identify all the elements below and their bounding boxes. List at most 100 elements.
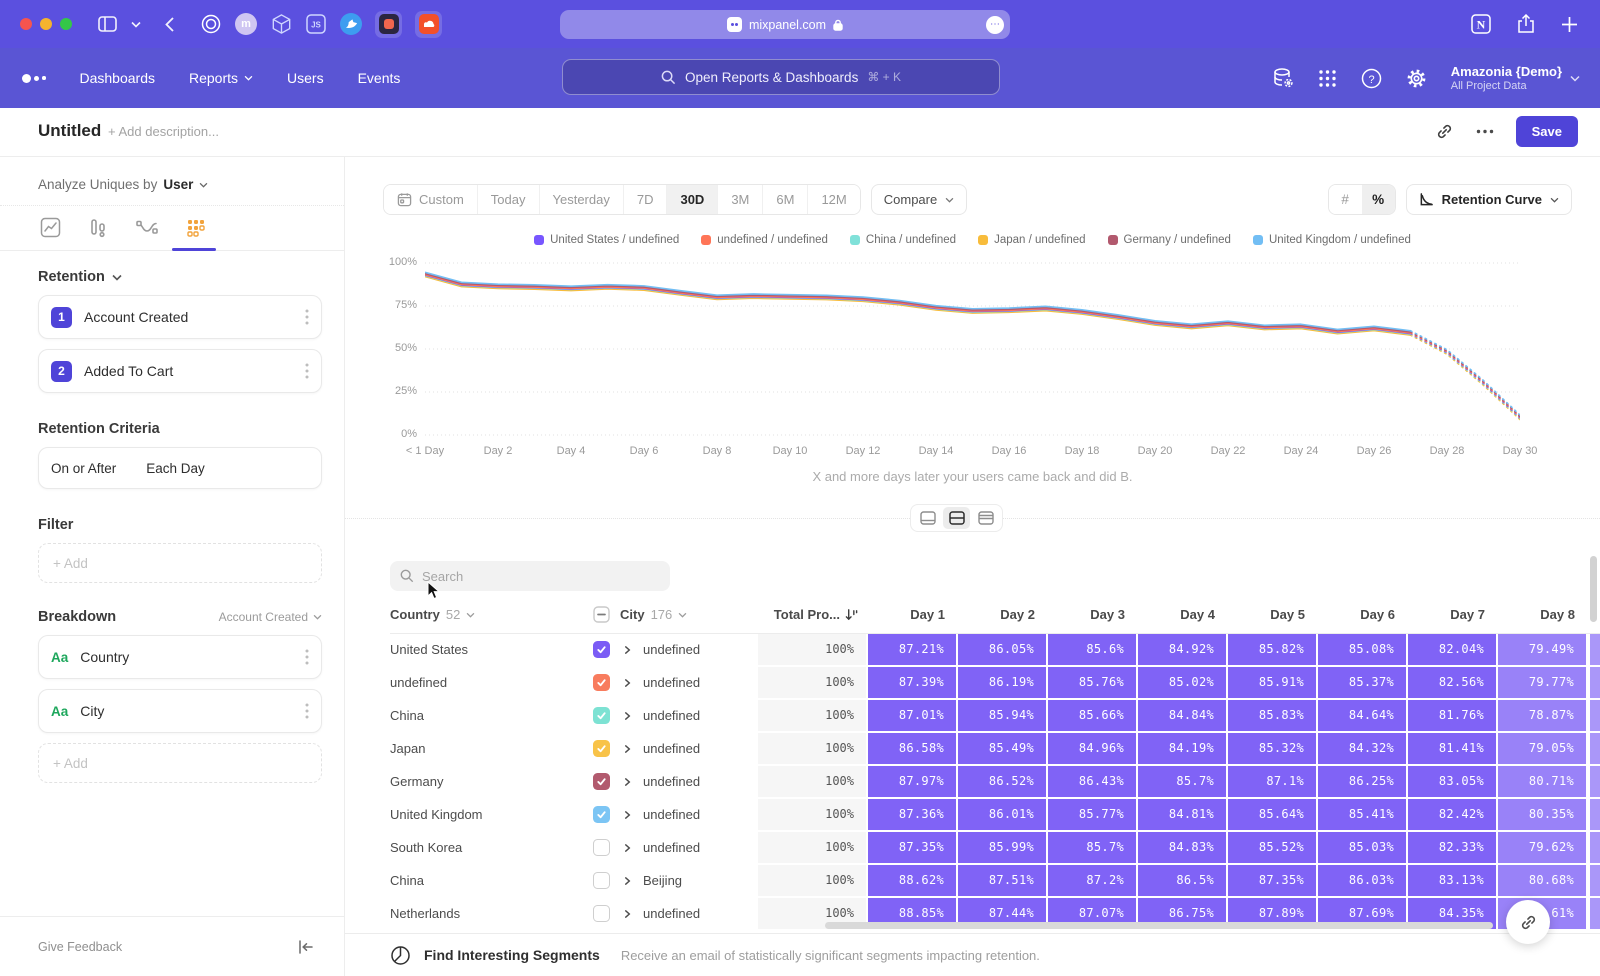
legend-item[interactable]: United Kingdom / undefined (1253, 234, 1411, 246)
retention-cell[interactable]: 85.91% (1228, 667, 1316, 698)
retention-cell[interactable]: 82.42% (1408, 799, 1496, 830)
column-header-day[interactable]: Day 8 (1498, 607, 1588, 622)
retention-cell[interactable]: 82.33% (1408, 832, 1496, 863)
column-header-day[interactable]: Day 7 (1408, 607, 1498, 622)
m-extension-icon[interactable]: m (235, 13, 257, 35)
chevron-down-icon[interactable] (131, 21, 141, 28)
absolute-numbers-toggle[interactable]: # (1329, 185, 1362, 214)
mixpanel-logo[interactable] (22, 74, 46, 83)
nav-users[interactable]: Users (287, 70, 324, 86)
row-checkbox[interactable] (593, 806, 610, 823)
retention-cell[interactable]: 81.41% (1408, 733, 1496, 764)
more-options-icon[interactable] (1476, 129, 1494, 134)
retention-cell[interactable]: 81.76% (1408, 700, 1496, 731)
retention-cell[interactable]: 85.02% (1138, 667, 1226, 698)
legend-item[interactable]: Germany / undefined (1108, 234, 1231, 246)
retention-step-1[interactable]: 1 Account Created (38, 295, 322, 339)
share-link-fab[interactable] (1506, 900, 1550, 944)
select-all-checkbox[interactable] (593, 606, 610, 623)
apps-grid-icon[interactable] (1318, 69, 1337, 88)
js-extension-icon[interactable]: JS (305, 13, 327, 35)
step-event-label[interactable]: Account Created (84, 309, 293, 325)
copy-link-icon[interactable] (1435, 122, 1454, 141)
column-header-day[interactable]: Day 3 (1048, 607, 1138, 622)
range-30d[interactable]: 30D (666, 185, 717, 214)
retention-criteria-card[interactable]: On or After Each Day (38, 447, 322, 489)
breakdown-label[interactable]: City (80, 703, 293, 719)
retention-cell[interactable]: 86.19% (958, 667, 1046, 698)
expand-chevron-icon[interactable] (623, 711, 632, 721)
retention-cell[interactable]: 85.08% (1318, 634, 1406, 665)
retention-cell[interactable]: 83.13% (1408, 865, 1496, 896)
retention-cell[interactable]: 79.77% (1498, 667, 1586, 698)
row-checkbox[interactable] (593, 674, 610, 691)
notion-icon[interactable]: N (1471, 14, 1491, 34)
row-checkbox[interactable] (593, 905, 610, 922)
row-checkbox[interactable] (593, 839, 610, 856)
retention-cell[interactable]: 85.83% (1228, 700, 1316, 731)
retention-cell[interactable]: 78.87% (1498, 700, 1586, 731)
range-3m[interactable]: 3M (717, 185, 762, 214)
retention-cell[interactable]: 86.03% (1318, 865, 1406, 896)
retention-cell[interactable]: 87.51% (958, 865, 1046, 896)
nav-dashboards[interactable]: Dashboards (80, 70, 156, 86)
split-view-button[interactable] (943, 507, 970, 529)
retention-cell[interactable]: 87.35% (1228, 865, 1316, 896)
nav-events[interactable]: Events (358, 70, 401, 86)
range-today[interactable]: Today (477, 185, 539, 214)
product-extension-icon[interactable] (375, 11, 402, 38)
soundcloud-extension-icon[interactable] (415, 11, 442, 38)
retention-cell[interactable]: 87.35% (868, 832, 956, 863)
expand-chevron-icon[interactable] (623, 909, 632, 919)
browser-sidebar-icon[interactable] (98, 16, 117, 32)
expand-chevron-icon[interactable] (623, 744, 632, 754)
column-header-country[interactable]: Country 52 (390, 607, 475, 622)
report-title[interactable]: Untitled (38, 121, 101, 141)
chart-type-selector[interactable]: Retention Curve (1406, 184, 1572, 215)
expand-chevron-icon[interactable] (623, 645, 632, 655)
retention-cell[interactable]: 80.68% (1498, 865, 1586, 896)
retention-cell[interactable]: 84.92% (1138, 634, 1226, 665)
retention-cell[interactable]: 87.36% (868, 799, 956, 830)
legend-item[interactable]: undefined / undefined (701, 234, 828, 246)
zoom-window-button[interactable] (60, 18, 72, 30)
chart-only-view-button[interactable] (914, 507, 941, 529)
kebab-menu-icon[interactable] (305, 309, 309, 325)
new-tab-icon[interactable] (1561, 16, 1578, 33)
range-12m[interactable]: 12M (807, 185, 859, 214)
retention-cell[interactable]: 80.71% (1498, 766, 1586, 797)
range-custom[interactable]: Custom (384, 185, 477, 214)
global-search[interactable]: Open Reports & Dashboards ⌘ + K (562, 59, 1000, 95)
retention-cell[interactable]: 85.7% (1048, 832, 1136, 863)
range-yesterday[interactable]: Yesterday (539, 185, 623, 214)
retention-cell[interactable]: 88.62% (868, 865, 956, 896)
help-icon[interactable]: ? (1361, 68, 1382, 89)
retention-cell[interactable]: 84.84% (1138, 700, 1226, 731)
row-checkbox[interactable] (593, 740, 610, 757)
breakdown-city[interactable]: Aa City (38, 689, 322, 733)
nav-reports[interactable]: Reports (189, 70, 253, 86)
expand-chevron-icon[interactable] (623, 810, 632, 820)
horizontal-scrollbar[interactable] (825, 922, 1493, 929)
column-header-day[interactable]: Day 6 (1318, 607, 1408, 622)
retention-cell[interactable]: 85.82% (1228, 634, 1316, 665)
retention-cell[interactable]: 85.7% (1138, 766, 1226, 797)
expand-chevron-icon[interactable] (623, 876, 632, 886)
retention-cell[interactable]: 85.03% (1318, 832, 1406, 863)
retention-cell[interactable]: 79.05% (1498, 733, 1586, 764)
retention-cell[interactable]: 85.41% (1318, 799, 1406, 830)
retention-cell[interactable]: 84.83% (1138, 832, 1226, 863)
vertical-scrollbar[interactable] (1590, 556, 1597, 622)
criteria-on-or-after[interactable]: On or After (51, 461, 116, 476)
range-6m[interactable]: 6M (762, 185, 807, 214)
collapse-sidebar-icon[interactable] (298, 940, 314, 954)
retention-chart[interactable] (425, 257, 1520, 442)
retention-cell[interactable]: 86.52% (958, 766, 1046, 797)
breakdown-event-selector[interactable]: Account Created (219, 610, 322, 624)
expand-chevron-icon[interactable] (623, 777, 632, 787)
box-extension-icon[interactable] (270, 13, 292, 35)
retention-cell[interactable]: 87.39% (868, 667, 956, 698)
retention-cell[interactable]: 86.05% (958, 634, 1046, 665)
expand-chevron-icon[interactable] (623, 843, 632, 853)
retention-cell[interactable]: 84.96% (1048, 733, 1136, 764)
